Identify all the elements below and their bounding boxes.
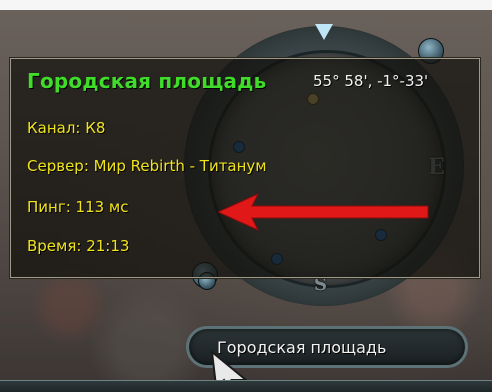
north-marker-icon: [315, 24, 333, 40]
screen-edge: [0, 0, 492, 10]
tooltip-server: Сервер: Мир Rebirth - Титанум: [27, 157, 267, 175]
tooltip-coordinates: 55° 58', -1°-33': [313, 72, 429, 90]
tooltip-title: Городская площадь: [27, 69, 267, 93]
location-tooltip: Городская площадь 55° 58', -1°-33' Канал…: [9, 57, 481, 279]
tooltip-time: Время: 21:13: [27, 237, 130, 255]
red-arrow-icon: [218, 192, 429, 232]
bottom-hud-bar: [0, 380, 492, 392]
tooltip-channel: Канал: К8: [27, 119, 106, 137]
game-scene: E S Городская площадь 55° 58', -1°-33' К…: [0, 0, 492, 392]
tooltip-ping: Пинг: 113 мс: [27, 198, 129, 216]
